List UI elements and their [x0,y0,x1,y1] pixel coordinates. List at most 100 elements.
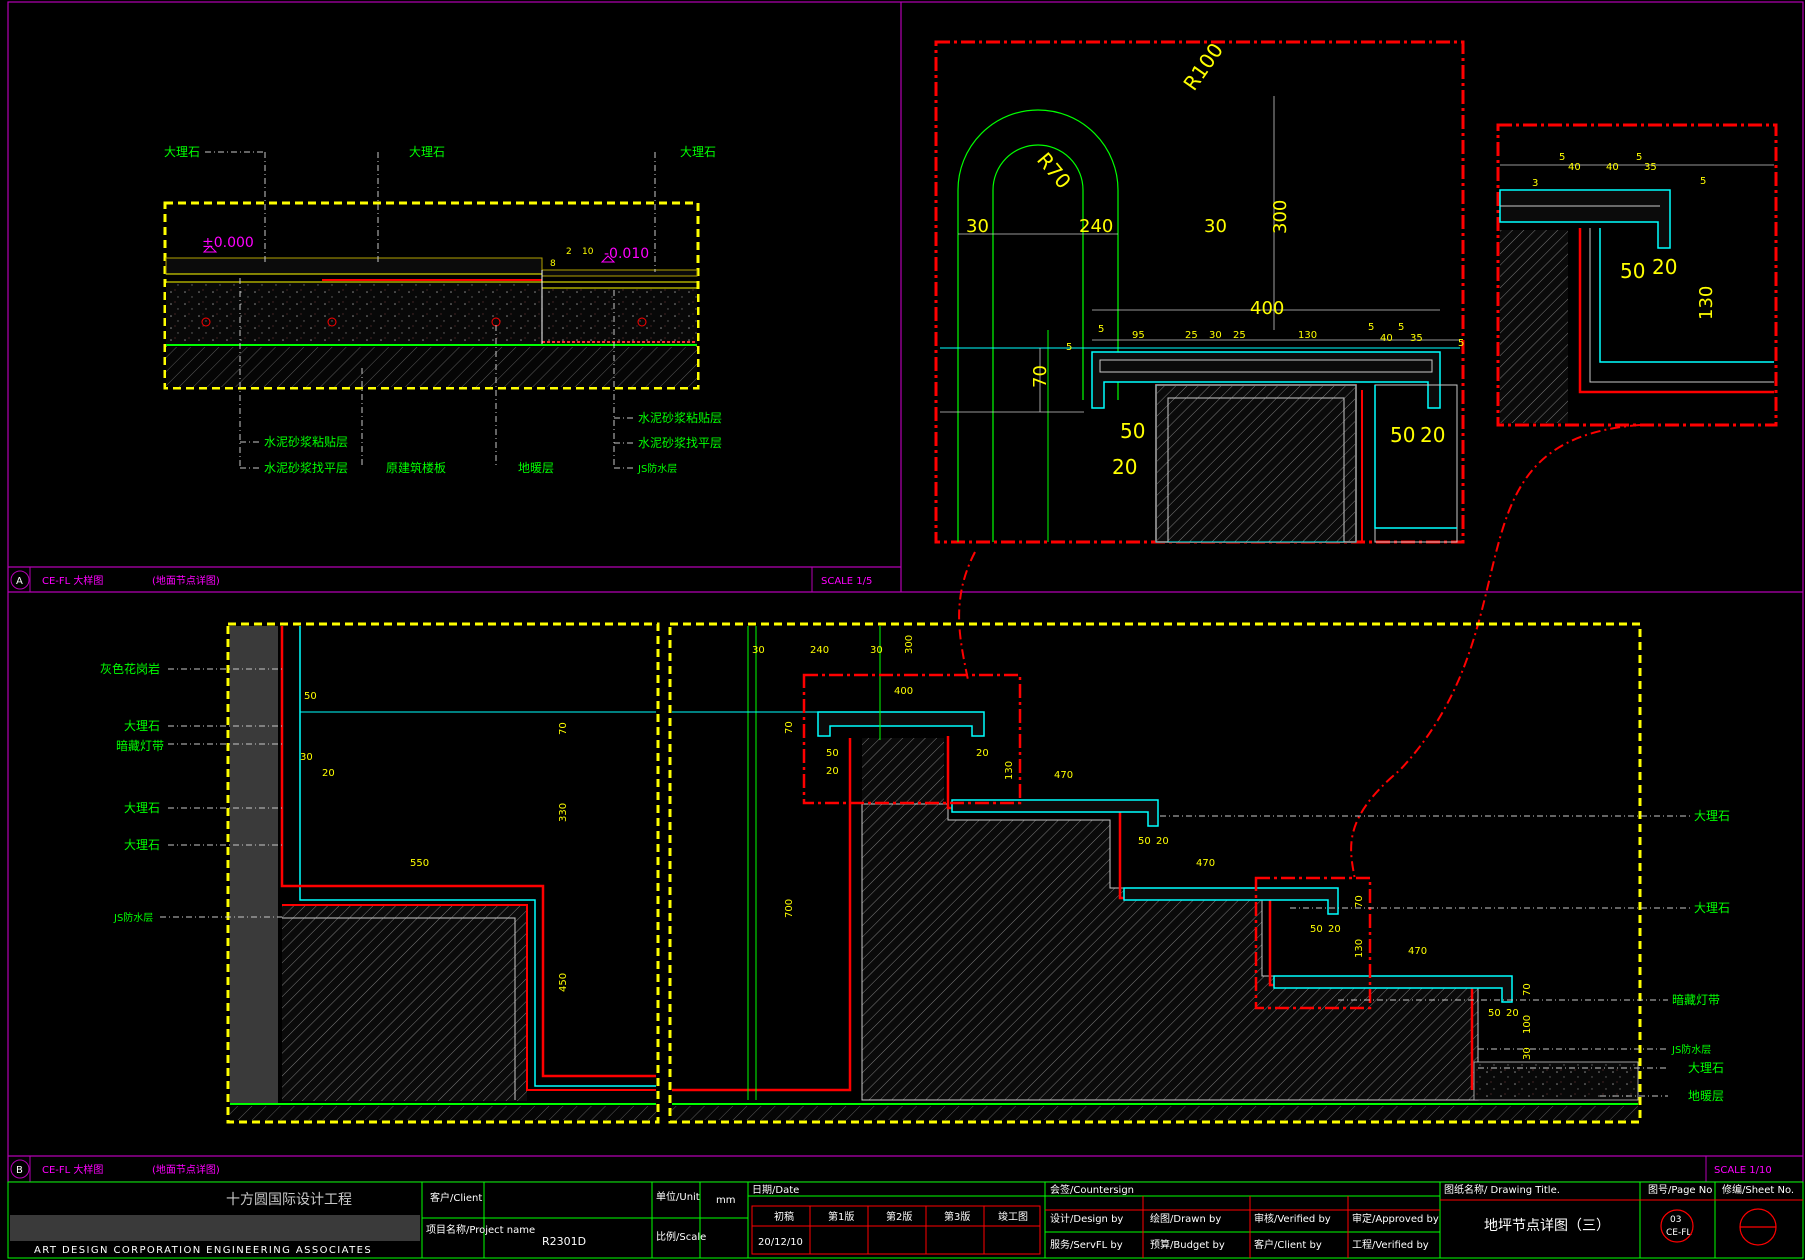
dim-row-35: 35 [1410,333,1423,344]
b-dim-130b: 130 [1354,939,1365,958]
b-label-led-l: 暗藏灯带 [116,738,164,753]
b-dim-50a: 50 [826,748,839,759]
radius-r100: R100 [1178,38,1228,94]
b-dim-450: 450 [558,973,569,992]
dim-a-2: 2 [566,247,572,257]
tb-date-label: 日期/Date [752,1184,799,1196]
detail-b-code: CE-FL 大样图 [42,1163,103,1176]
dim-row-40: 40 [1380,333,1393,344]
dim-row-95: 95 [1132,330,1145,341]
dim-z-5: 5 [1066,342,1072,353]
b-label-marble-r2: 大理石 [1694,901,1730,915]
label-leveling-right: 水泥砂浆找平层 [638,435,722,450]
detail-b-scale: SCALE 1/10 [1714,1165,1772,1176]
dim-light-20a: 20 [1112,455,1137,479]
marble-layer-left [165,257,543,275]
dim-row-5d: 5 [1458,338,1464,349]
side-dim-40a: 40 [1568,162,1581,173]
detail-b-name: (地面节点详图) [152,1163,220,1176]
b-label-marble-l2: 大理石 [124,801,160,815]
tb-project-value: R2301D [542,1235,586,1248]
b-dim-50b: 50 [1138,836,1151,847]
dim-a-8: 8 [550,259,556,269]
tb-page-no: 03 [1670,1215,1681,1225]
b-dim-20a: 20 [826,766,839,777]
detail-a-marker: A [16,576,23,587]
b-dim-50d: 50 [1488,1008,1501,1019]
label-heating: 地暖层 [518,461,554,475]
b-dim-30a: 30 [752,645,765,656]
detail-a-code: CE-FL 大样图 [42,574,103,587]
b-dim-30-l: 30 [300,752,313,763]
dim-z-30b: 30 [1204,216,1227,237]
tb-unit-value: mm [716,1195,735,1206]
tb-project-label: 项目名称/Project name [426,1223,535,1236]
side-dim-50: 50 [1620,259,1645,283]
b-label-granite: 灰色花岗岩 [100,661,160,676]
b-label-waterproof-r: JS防水层 [1671,1043,1711,1056]
side-dim-35: 35 [1644,162,1657,173]
b-dim-20d: 20 [1328,924,1341,935]
b-dim-100: 100 [1522,1015,1533,1034]
callout-connector-main [958,551,976,681]
b-dim-70a: 70 [784,721,795,734]
company-cn: 十方圆国际设计工程 [226,1192,352,1208]
dim-row-130: 130 [1298,330,1317,341]
dim-light-50b: 50 [1390,423,1415,447]
b-label-marble-l3: 大理石 [124,838,160,852]
tb-drawn-by: 绘图/Drawn by [1150,1212,1221,1225]
label-adhesive-left: 水泥砂浆粘贴层 [264,434,348,449]
tb-client-label: 客户/Client [430,1191,482,1204]
b-dim-470a: 470 [1054,770,1073,781]
tb-client-by: 客户/Client by [1254,1238,1322,1251]
b-dim-50: 50 [304,691,317,702]
side-dim-40b: 40 [1606,162,1619,173]
granite-wall [230,626,278,1104]
label-waterproof-right: JS防水层 [637,462,677,475]
side-dim-5c: 5 [1700,176,1706,187]
b-label-waterproof-l: JS防水层 [113,911,153,924]
dim-z-70: 70 [1030,365,1051,388]
b-dim-30b: 30 [870,645,883,656]
radius-r70: R70 [1032,148,1076,194]
tb-verified-by: 审核/Verified by [1254,1212,1331,1225]
tb-stage-2: 第2版 [886,1210,912,1223]
tb-drawing-title-label: 图纸名称/ Drawing Title. [1444,1183,1560,1196]
detail-b-marker: B [16,1165,23,1176]
b-label-led-r: 暗藏灯带 [1672,992,1720,1007]
dim-a-10: 10 [582,247,594,257]
level-right: -0.010 [604,246,649,262]
tb-date-value: 20/12/10 [758,1237,803,1248]
detail-b: 灰色花岗岩 大理石 暗藏灯带 大理石 大理石 JS防水层 大理石 大理石 暗藏灯… [10,622,1772,1182]
b-dim-20-l: 20 [322,768,335,779]
b-dim-70-l: 70 [558,722,569,735]
callout-connector-side [1350,424,1641,881]
dim-row-30: 30 [1209,330,1222,341]
tb-stage-0: 初稿 [774,1210,794,1223]
b-dim-30c: 30 [1522,1047,1533,1060]
b-label-marble-l1: 大理石 [124,719,160,733]
title-block: 十方圆国际设计工程 ART DESIGN CORPORATION ENGINEE… [7,1181,1804,1259]
tb-service-by: 服务/ServFL by [1050,1238,1123,1251]
cad-drawing-sheet: 大理石 大理石 大理石 ±0.000 -0.010 2 10 8 水泥砂浆粘贴层… [7,1,1804,1259]
screed-layer-right [542,289,697,345]
b-dim-700: 700 [784,899,795,918]
b-dim-130a: 130 [1004,761,1015,780]
tb-design-by: 设计/Design by [1050,1212,1123,1225]
b-label-marble-r3: 大理石 [1688,1061,1724,1075]
b-dim-70c: 70 [1522,983,1533,996]
zoom-side: 5 40 40 5 35 5 3 50 20 130 [1496,123,1778,427]
detail-a-scale: SCALE 1/5 [821,576,872,587]
label-marble-3: 大理石 [680,145,716,159]
tb-stage-4: 竣工图 [998,1210,1028,1223]
side-dim-5b: 5 [1636,152,1642,163]
label-adhesive-right: 水泥砂浆粘贴层 [638,410,722,425]
label-leveling-left: 水泥砂浆找平层 [264,460,348,475]
side-dim-3: 3 [1532,178,1538,189]
tb-stage-3: 第3版 [944,1210,970,1223]
b-dim-470b: 470 [1196,858,1215,869]
dim-row-5a: 5 [1098,324,1104,335]
zoom-main: R100 R70 30 240 30 300 400 5 95 25 30 25… [934,38,1465,544]
company-en: ART DESIGN CORPORATION ENGINEERING ASSOC… [34,1245,372,1256]
dim-z-300: 300 [1270,200,1291,234]
